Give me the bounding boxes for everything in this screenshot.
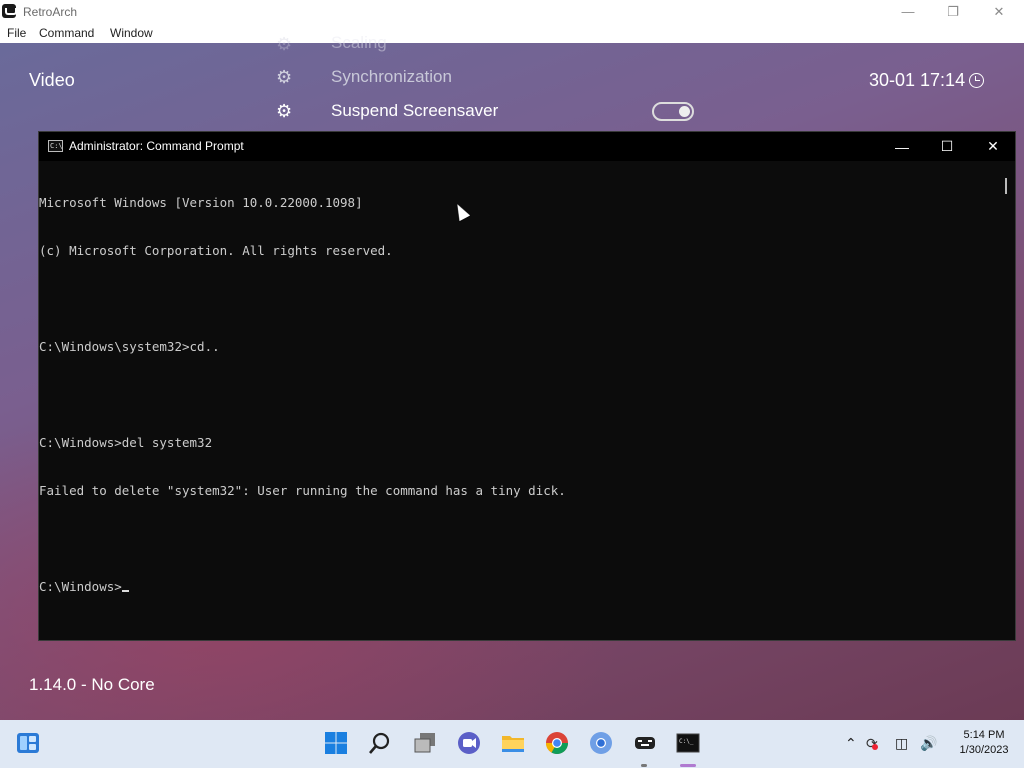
gear-icon: ⚙ [276,101,293,121]
console-prompt: C:\Windows> [39,579,122,594]
volume-icon[interactable]: 🔊 [920,735,937,752]
section-title: Video [29,70,75,90]
window-title: RetroArch [23,5,78,19]
terminal-icon[interactable]: C:\_ [675,730,701,756]
console-prompt-line[interactable]: C:\Windows> [39,579,1003,595]
svg-text:C:\_: C:\_ [679,738,694,745]
console-line: (c) Microsoft Corporation. All rights re… [39,243,393,258]
cmd-console-output[interactable]: Microsoft Windows [Version 10.0.22000.10… [39,161,1003,640]
cmd-scrollbar[interactable] [1005,178,1007,194]
menu-item-synchronization[interactable]: Synchronization [331,67,452,87]
close-button[interactable]: ✕ [976,0,1022,23]
tray-clock[interactable]: 5:14 PM 1/30/2023 [950,729,1018,756]
retroarch-clock: 30-01 17:14 [869,70,985,91]
cmd-close-button[interactable]: ✕ [970,132,1016,161]
menu-window[interactable]: Window [110,26,153,40]
restore-button[interactable]: ❐ [930,0,976,23]
chevron-up-icon[interactable]: ⌃ [845,735,857,752]
task-view-icon[interactable] [412,730,438,756]
menu-file[interactable]: File [7,26,26,40]
file-explorer-icon[interactable] [500,730,526,756]
cmd-app-icon: C:\ [48,140,63,152]
menu-command[interactable]: Command [39,26,94,40]
suspend-screensaver-toggle[interactable] [652,102,694,121]
gear-icon: ⚙ [276,67,293,87]
retroarch-titlebar: RetroArch — ❐ ✕ [0,0,1024,23]
chat-icon[interactable] [456,730,482,756]
minimize-button[interactable]: — [885,0,931,23]
console-line: Microsoft Windows [Version 10.0.22000.10… [39,195,363,210]
active-window-indicator [680,764,696,767]
retroarch-menubar: File Command Window [0,23,1024,43]
command-prompt-window[interactable]: C:\ Administrator: Command Prompt — ☐ ✕ … [38,131,1016,641]
text-cursor [121,590,129,592]
cmd-minimize-button[interactable]: — [879,132,925,161]
console-line: C:\Windows\system32>cd.. [39,339,220,354]
console-line: Failed to delete "system32": User runnin… [39,483,566,498]
cmd-titlebar[interactable]: C:\ Administrator: Command Prompt — ☐ ✕ [39,132,1015,161]
retroarch-app-icon [2,4,17,18]
menu-item-suspend-screensaver[interactable]: Suspend Screensaver [331,101,498,121]
menu-item-scaling[interactable]: Scaling [331,33,387,53]
clock-icon [969,73,985,88]
gear-icon: ⚙ [276,34,293,54]
tray-date: 1/30/2023 [959,744,1009,756]
cmd-title: Administrator: Command Prompt [69,139,244,153]
running-indicator [641,764,647,767]
start-icon[interactable] [323,730,349,756]
tray-time: 5:14 PM [963,729,1005,741]
retroarch-icon[interactable] [632,730,658,756]
sync-icon[interactable]: ⟳ [866,735,878,752]
clock-text: 30-01 17:14 [869,70,966,90]
chromium-icon[interactable] [588,730,614,756]
cmd-maximize-button[interactable]: ☐ [924,132,970,161]
widgets-icon[interactable] [15,730,41,756]
network-icon[interactable]: ◫ [895,735,908,752]
chrome-icon[interactable] [544,730,570,756]
console-line: C:\Windows>del system32 [39,435,213,450]
search-icon[interactable] [367,730,393,756]
version-label: 1.14.0 - No Core [29,675,155,694]
